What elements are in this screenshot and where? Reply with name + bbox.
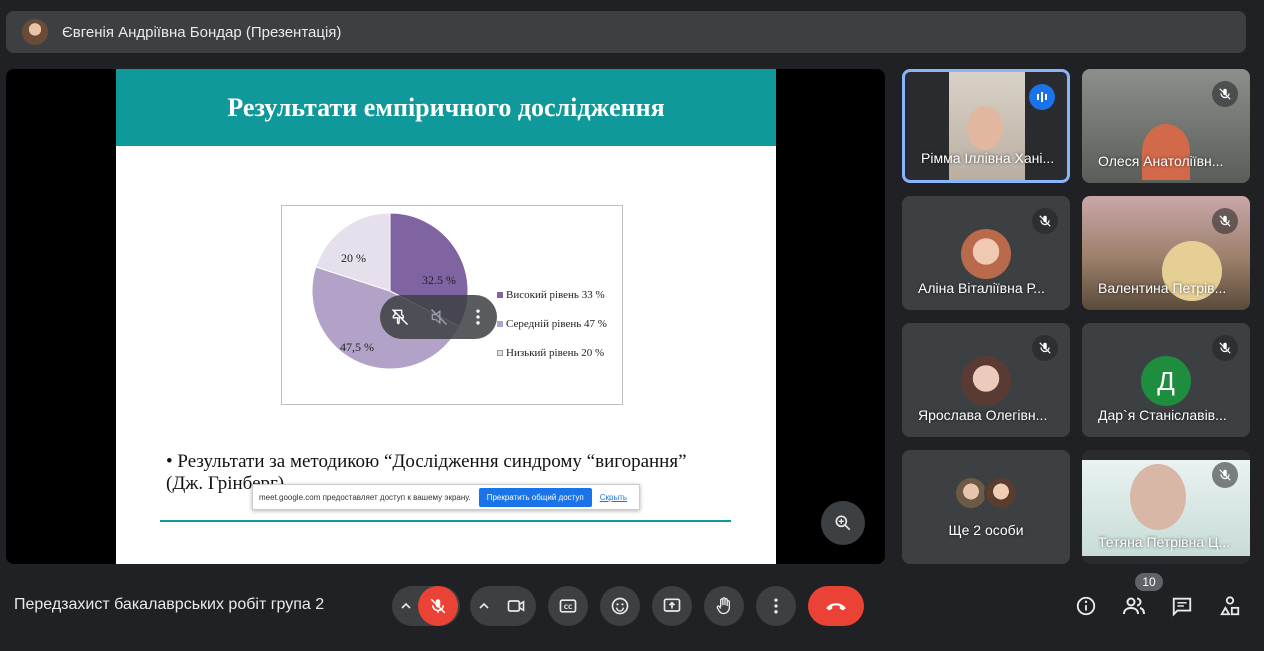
pie-label-mid: 47,5 % [340, 340, 374, 354]
participant-tile[interactable]: Д Дар`я Станіславів... [1082, 323, 1250, 437]
slide-header: Результати емпіричного дослідження [116, 69, 776, 146]
zoom-in-icon [835, 515, 851, 531]
participant-name: Валентина Петрів... [1098, 280, 1227, 296]
chevron-up-icon [401, 602, 411, 609]
more-vert-icon [774, 598, 778, 614]
video-feed-face [967, 106, 1003, 150]
camera-icon [507, 600, 525, 612]
legend-swatch [497, 320, 503, 327]
mic-off-icon [1039, 342, 1051, 354]
raise-hand-button[interactable] [704, 586, 744, 626]
legend-swatch [497, 349, 503, 356]
video-feed-face [1130, 464, 1186, 530]
mic-off-icon [1219, 342, 1231, 354]
participant-tile[interactable]: Рімма Іллівна Хані... [902, 69, 1070, 183]
presenter-overlay-controls [380, 295, 497, 339]
avatar-initial: Д [1141, 356, 1191, 406]
mic-options-button[interactable] [392, 586, 420, 626]
share-notice-text: meet.google.com предоставляет доступ к в… [259, 492, 471, 502]
participant-name: Олеся Анатоліївн... [1098, 153, 1224, 169]
legend-item: Низький рівень 20 % [497, 338, 607, 367]
emoji-icon [611, 597, 629, 615]
stop-sharing-button[interactable]: Прекратить общий доступ [478, 487, 592, 507]
mic-muted-indicator [1212, 208, 1238, 234]
camera-options-button[interactable] [470, 586, 498, 626]
slide-title: Результати емпіричного дослідження [227, 92, 665, 122]
hide-link[interactable]: Скрыть [600, 493, 627, 502]
screen-share-notice: meet.google.com предоставляет доступ к в… [252, 484, 640, 510]
participant-name: Ще 2 особи [948, 522, 1024, 538]
people-icon [1123, 597, 1145, 615]
more-options-button[interactable] [756, 586, 796, 626]
video-feed-face [1142, 124, 1190, 180]
chevron-up-icon [479, 602, 489, 609]
zoom-button[interactable] [821, 501, 865, 545]
activities-button[interactable] [1210, 586, 1250, 626]
captions-icon: CC [559, 599, 577, 613]
unpin-icon[interactable] [390, 307, 410, 327]
audio-level-icon [1037, 92, 1047, 102]
participant-tile[interactable]: Олеся Анатоліївн... [1082, 69, 1250, 183]
leave-call-button[interactable] [808, 586, 864, 626]
participant-name: Дар`я Станіславів... [1098, 407, 1227, 423]
participant-tile[interactable]: Аліна Віталіївна Р... [902, 196, 1070, 310]
mic-off-icon [430, 598, 446, 614]
participant-name: Аліна Віталіївна Р... [918, 280, 1045, 296]
pie-label-high: 32.5 % [422, 273, 456, 287]
mic-muted-indicator [1212, 462, 1238, 488]
more-options-icon[interactable] [468, 307, 488, 327]
legend-label: Низький рівень 20 % [506, 346, 605, 359]
mic-off-icon [1039, 215, 1051, 227]
activities-icon [1220, 596, 1240, 616]
camera-toggle-button[interactable] [496, 586, 536, 626]
participant-tile[interactable]: Тетяна Петрівна Ц... [1082, 450, 1250, 564]
hand-icon [716, 597, 730, 615]
mic-muted-indicator [1032, 208, 1058, 234]
mic-off-icon [1219, 469, 1231, 481]
avatar [961, 229, 1011, 279]
present-screen-button[interactable] [652, 586, 692, 626]
participant-name: Рімма Іллівна Хані... [921, 150, 1055, 166]
participant-name: Ярослава Олегівн... [918, 407, 1048, 423]
avatar [961, 356, 1011, 406]
presenter-avatar [22, 19, 48, 45]
legend-item: Середній рівень 47 % [497, 309, 607, 338]
mic-toggle-button[interactable] [418, 586, 458, 626]
meeting-info-button[interactable] [1066, 586, 1106, 626]
mic-muted-indicator [1032, 335, 1058, 361]
chat-button[interactable] [1162, 586, 1202, 626]
presentation-stage[interactable]: Результати емпіричного дослідження 32.5 … [6, 69, 885, 564]
control-bar: Передзахист бакалаврських робіт група 2 … [0, 570, 1264, 642]
speaking-indicator [1029, 84, 1055, 110]
mic-off-icon [1219, 88, 1231, 100]
legend-label: Високий рівень 33 % [506, 288, 605, 301]
info-icon [1076, 596, 1096, 616]
avatar [954, 476, 988, 510]
present-icon [663, 598, 681, 612]
svg-text:CC: CC [564, 605, 573, 611]
chart-legend: Високий рівень 33 % Середній рівень 47 %… [497, 280, 607, 367]
end-call-icon [826, 603, 846, 611]
mic-muted-indicator [1212, 81, 1238, 107]
more-participants-tile[interactable]: Ще 2 особи [902, 450, 1070, 564]
meeting-name: Передзахист бакалаврських робіт група 2 [14, 596, 325, 613]
chat-icon [1172, 597, 1192, 617]
mute-audio-icon[interactable] [429, 307, 449, 327]
pie-label-low: 20 % [341, 251, 366, 265]
avatar [984, 476, 1018, 510]
legend-item: Високий рівень 33 % [497, 280, 607, 309]
legend-swatch [497, 291, 503, 298]
people-button[interactable] [1114, 586, 1154, 626]
participant-tile[interactable]: Ярослава Олегівн... [902, 323, 1070, 437]
participant-name: Тетяна Петрівна Ц... [1098, 534, 1231, 550]
reactions-button[interactable] [600, 586, 640, 626]
presenter-title: Євгенія Андріївна Бондар (Презентація) [62, 23, 342, 41]
captions-button[interactable]: CC [548, 586, 588, 626]
presenter-bar: Євгенія Андріївна Бондар (Презентація) [6, 11, 1246, 53]
legend-label: Середній рівень 47 % [506, 317, 607, 330]
slide-divider [160, 520, 731, 522]
participant-tile[interactable]: Валентина Петрів... [1082, 196, 1250, 310]
mic-muted-indicator [1212, 335, 1238, 361]
mic-off-icon [1219, 215, 1231, 227]
